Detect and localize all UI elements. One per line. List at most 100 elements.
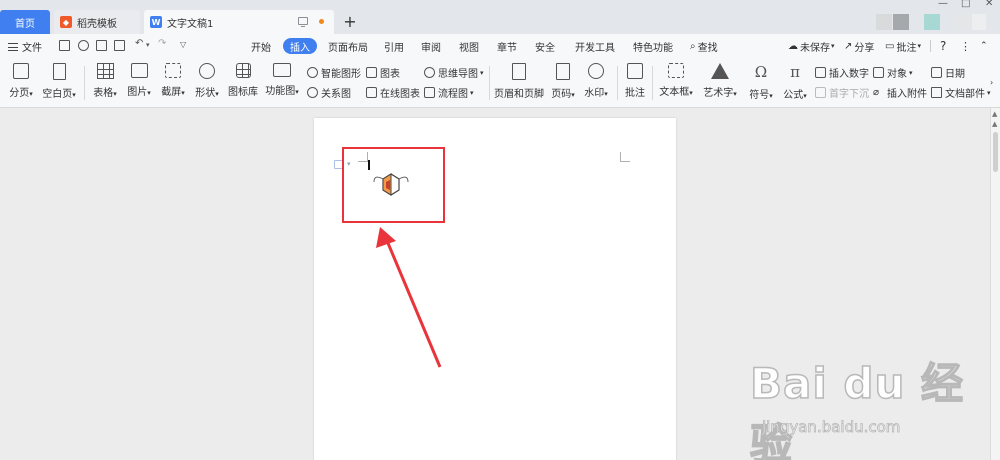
placeholder-block <box>954 14 968 30</box>
ribbon-scroll-right-icon[interactable]: › <box>990 78 993 87</box>
baidu-jingyan-watermark: Bai du 经验 <box>749 350 980 460</box>
tab-developer[interactable]: 开发工具 <box>575 38 615 54</box>
formula-button[interactable]: π 公式▾ <box>780 63 810 101</box>
page-break-button[interactable]: 分页▾ <box>6 63 36 99</box>
flowchart-button[interactable]: 流程图 ▾ <box>424 85 474 100</box>
header-footer-button[interactable]: 页眉和页脚 <box>494 63 544 100</box>
dropdown-icon: ▾ <box>917 42 921 50</box>
tab-references[interactable]: 引用 <box>384 38 404 54</box>
mind-map-button[interactable]: 思维导图 ▾ <box>424 65 484 80</box>
wordart-button[interactable]: 艺术字▾ <box>700 63 740 99</box>
separator <box>652 66 653 100</box>
comment-insert-icon <box>627 63 643 79</box>
tab-view[interactable]: 视图 <box>459 38 479 54</box>
avatar-placeholder[interactable] <box>876 14 892 30</box>
tab-document-label: 文字文稿1 <box>167 18 214 30</box>
pi-icon: π <box>790 63 800 81</box>
page-number-label: 页码 <box>551 89 572 100</box>
table-icon <box>96 63 114 79</box>
icon-library-label: 图标库 <box>228 87 258 98</box>
icon-library-button[interactable]: 图标库 <box>227 63 259 98</box>
undo-icon[interactable]: ↶ <box>135 38 143 49</box>
collapse-ribbon-icon[interactable]: ⌃ <box>980 38 988 54</box>
monitor-icon[interactable] <box>298 17 308 27</box>
drop-cap-button[interactable]: 首字下沉 <box>815 85 869 100</box>
undo-dropdown-icon[interactable]: ▾ <box>146 41 150 49</box>
file-menu-label: 文件 <box>22 43 42 54</box>
comment-menu-button[interactable]: ▭ 批注 ▾ <box>885 38 921 54</box>
tab-chapter[interactable]: 章节 <box>497 38 517 54</box>
tab-review[interactable]: 审阅 <box>421 38 441 54</box>
shape-button[interactable]: 形状▾ <box>193 63 221 99</box>
flowchart-label: 流程图 <box>438 89 468 100</box>
vertical-scrollbar[interactable]: ▲ ▲ <box>990 108 1000 460</box>
table-button[interactable]: 表格▾ <box>91 63 119 99</box>
redo-icon[interactable]: ↷ <box>158 38 166 49</box>
omega-icon: Ω <box>754 63 768 81</box>
tab-start[interactable]: 开始 <box>251 38 271 54</box>
number-icon <box>815 67 826 78</box>
scroll-up-icon[interactable]: ▲ <box>992 110 997 118</box>
picture-button[interactable]: 图片▾ <box>125 63 153 98</box>
close-icon[interactable]: ✕ <box>985 0 993 10</box>
tab-template-label: 稻壳模板 <box>77 18 117 30</box>
comment-button[interactable]: 批注 <box>622 63 648 99</box>
smart-art-label: 智能图形 <box>321 69 361 80</box>
new-tab-button[interactable]: + <box>340 10 360 32</box>
bar-chart-icon <box>366 67 377 78</box>
print-icon[interactable] <box>96 40 107 51</box>
blank-page-icon <box>52 63 66 80</box>
cloud-save-button[interactable]: ☁ 未保存 ▾ <box>788 38 835 54</box>
blank-page-button[interactable]: 空白页▾ <box>41 63 77 100</box>
scroll-up-page-icon[interactable]: ▲ <box>992 120 997 128</box>
smart-art-button[interactable]: 智能图形 <box>307 65 361 80</box>
tab-security[interactable]: 安全 <box>535 38 555 54</box>
share-icon: ↗ <box>844 40 853 52</box>
print-preview-icon[interactable] <box>114 40 125 51</box>
maximize-icon[interactable]: □ <box>961 0 970 10</box>
drop-cap-label: 首字下沉 <box>829 89 869 100</box>
export-icon[interactable] <box>78 40 89 51</box>
tab-insert[interactable]: 插入 <box>283 38 317 54</box>
attachment-button[interactable]: ⌀ 插入附件 <box>873 85 927 100</box>
tab-page-layout[interactable]: 页面布局 <box>328 38 368 54</box>
more-icon[interactable]: ⋮ <box>960 38 971 54</box>
object-button[interactable]: 对象 ▾ <box>873 65 913 80</box>
separator <box>489 66 490 100</box>
user-placeholder[interactable] <box>893 14 909 30</box>
function-chart-button[interactable]: 功能图▾ <box>264 63 300 97</box>
relation-icon <box>307 87 318 98</box>
tab-special[interactable]: 特色功能 <box>633 38 673 54</box>
tab-home[interactable]: 首页 <box>0 10 50 34</box>
date-button[interactable]: 日期 <box>931 65 965 80</box>
doc-parts-button[interactable]: 文档部件 ▾ <box>931 85 991 100</box>
share-button[interactable]: ↗ 分享 <box>844 38 874 54</box>
minimize-icon[interactable]: — <box>938 0 948 10</box>
symbol-button[interactable]: Ω 符号▾ <box>746 63 776 101</box>
watermark-url: jingyan.baidu.com <box>762 418 901 437</box>
chart-button[interactable]: 图表 <box>366 65 400 80</box>
textbox-button[interactable]: 文本框▾ <box>657 63 695 98</box>
help-button[interactable]: ? <box>940 38 946 54</box>
scrollbar-thumb[interactable] <box>993 132 998 172</box>
watermark-button[interactable]: 水印▾ <box>581 63 611 99</box>
comment-label: 批注 <box>896 42 917 54</box>
tab-document[interactable]: W 文字文稿1 <box>144 10 334 34</box>
dropdown-icon: ▾ <box>831 42 835 50</box>
online-chart-button[interactable]: 在线图表 <box>366 85 420 100</box>
screenshot-button[interactable]: 截屏▾ <box>159 63 187 98</box>
share-label: 分享 <box>854 42 875 54</box>
wordart-icon <box>711 63 729 79</box>
scissors-icon <box>165 63 181 78</box>
file-menu-button[interactable]: 文件 <box>8 39 42 54</box>
save-icon[interactable] <box>59 40 70 51</box>
customize-dropdown-icon[interactable]: ▽ <box>180 40 186 49</box>
tab-template[interactable]: ◆ 稻壳模板 <box>54 10 140 34</box>
relation-chart-button[interactable]: 关系图 <box>307 85 351 100</box>
search-button[interactable]: ⌕ 查找 <box>690 38 718 54</box>
insert-number-button[interactable]: 插入数字 <box>815 65 869 80</box>
separator <box>84 66 85 100</box>
status-placeholder[interactable] <box>924 14 940 30</box>
placeholder-block <box>972 14 986 30</box>
page-number-button[interactable]: 页码▾ <box>548 63 578 100</box>
